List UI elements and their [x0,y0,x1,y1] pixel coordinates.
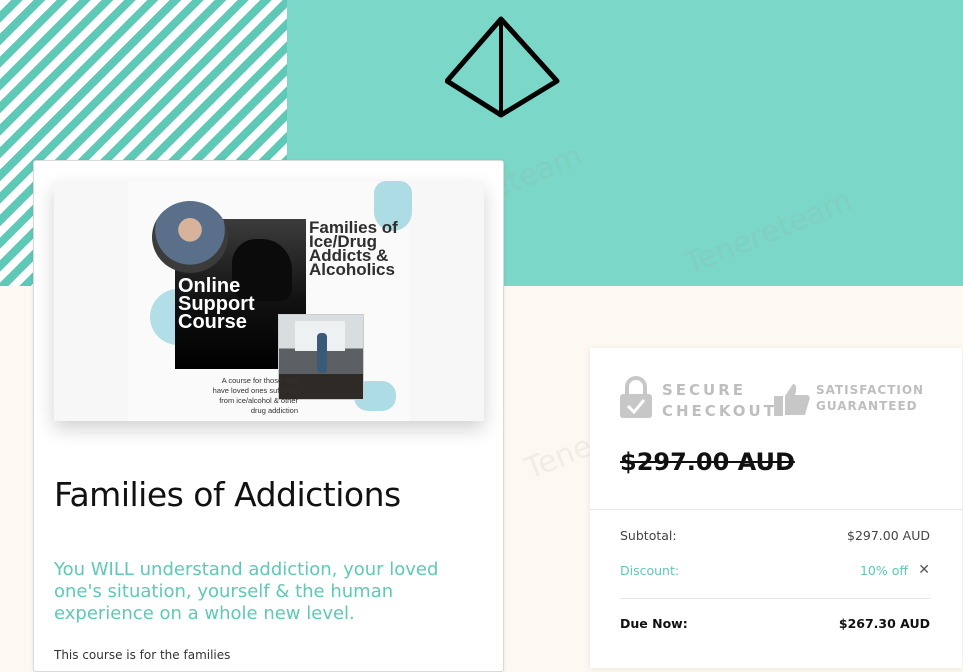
due-now-value: $267.30 AUD [838,616,930,631]
subtotal-row: Subtotal: $297.00 AUD [620,528,930,548]
discount-label: Discount: [620,563,680,578]
diamond-pyramid-icon [445,16,560,118]
course-description: This course is for the families [54,648,231,662]
close-icon[interactable]: ✕ [918,562,930,578]
presenter-figure [317,333,327,373]
thumbs-up-icon [774,384,810,416]
course-card: Online Support Course Families of Ice/Dr… [33,160,504,672]
secure-checkout-badge: SECURE CHECKOUT [662,381,777,420]
due-now-row: Due Now: $267.30 AUD [620,616,930,636]
lock-check-icon [620,376,652,418]
promo-caption: A course for those who have loved ones s… [212,376,298,415]
course-promo-image: Online Support Course Families of Ice/Dr… [54,181,484,421]
checkout-summary: SECURE CHECKOUT SATISFACTION GUARANTEED … [590,348,962,668]
divider [620,598,930,599]
course-tagline: You WILL understand addiction, your love… [54,559,439,624]
promo-headline: Families of Ice/Drug Addicts & Alcoholic… [309,218,398,279]
course-title: Families of Addictions [54,475,401,514]
discount-value: 10% off [859,563,908,578]
satisfaction-guaranteed-badge: SATISFACTION GUARANTEED [816,383,925,413]
presenter-avatar [152,201,228,273]
original-price: $297.00 AUD [620,448,795,476]
discount-row: Discount: 10% off ✕ [620,562,930,583]
divider [590,509,962,510]
trust-badges: SECURE CHECKOUT SATISFACTION GUARANTEED [618,376,938,424]
due-now-label: Due Now: [620,616,688,631]
subtotal-label: Subtotal: [620,528,677,543]
subtotal-value: $297.00 AUD [847,528,930,543]
